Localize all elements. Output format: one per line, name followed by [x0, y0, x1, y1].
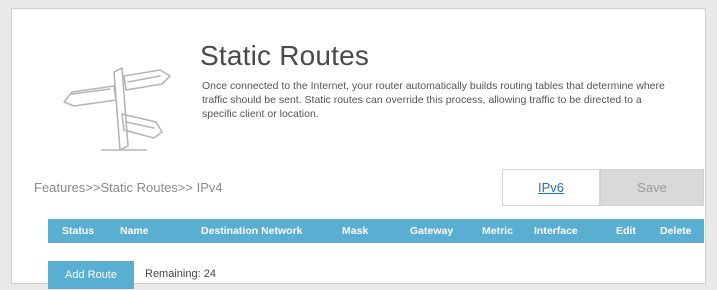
column-header-edit: Edit [616, 225, 636, 237]
column-header-gateway: Gateway [410, 225, 454, 237]
column-header-mask: Mask [342, 225, 369, 237]
ipv6-tab-button[interactable]: IPv6 [502, 169, 600, 206]
page-title: Static Routes [200, 40, 370, 71]
signpost-icon [63, 67, 171, 151]
routes-table-header: Status Name Destination Network Mask Gat… [48, 219, 704, 243]
column-header-interface: Interface [534, 225, 578, 237]
breadcrumb: Features>>Static Routes>> IPv4 [34, 180, 223, 195]
remaining-routes-count: Remaining: 24 [145, 268, 216, 280]
page-description: Once connected to the Internet, your rou… [202, 80, 665, 120]
column-header-metric: Metric [482, 225, 513, 237]
add-route-button[interactable]: Add Route [48, 261, 134, 289]
column-header-name: Name [120, 225, 149, 237]
column-header-destination-network: Destination Network [201, 225, 303, 237]
save-button[interactable]: Save [600, 169, 704, 206]
static-routes-panel: Static Routes Once connected to the Inte… [11, 8, 706, 289]
column-header-status: Status [62, 225, 95, 237]
column-header-delete: Delete [660, 225, 692, 237]
